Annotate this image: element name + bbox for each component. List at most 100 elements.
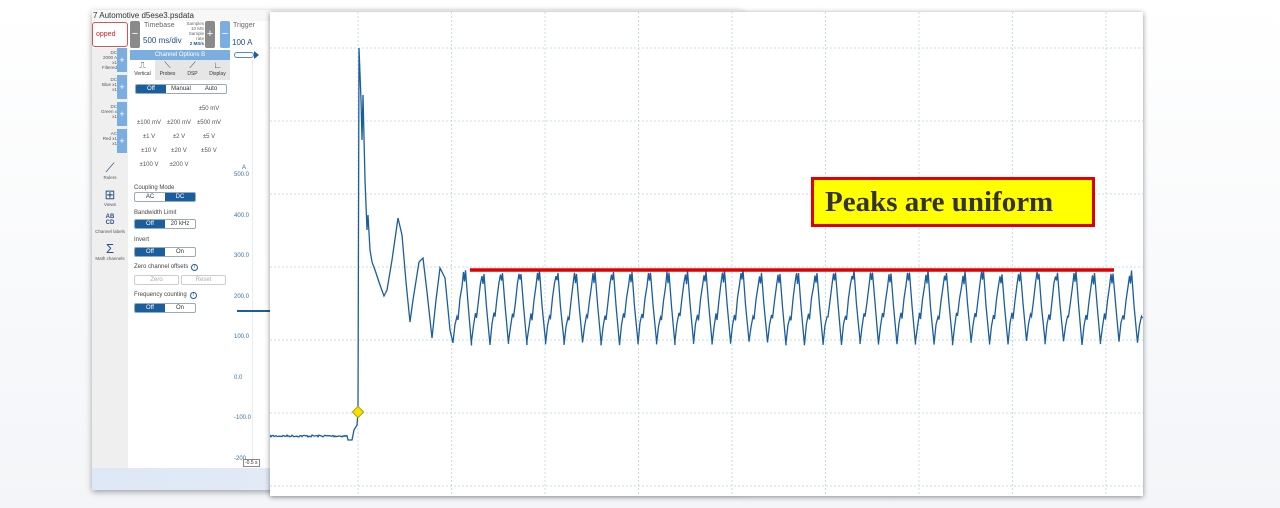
- channel-add-button[interactable]: +: [117, 102, 127, 126]
- tool-label: Math channels: [95, 256, 125, 261]
- range-option[interactable]: ±1 V: [134, 134, 164, 141]
- option-dc[interactable]: DC: [165, 193, 195, 201]
- tab-icon: ⟋: [189, 60, 196, 70]
- bandwidth-toggle[interactable]: Off 20 kHz: [134, 219, 196, 229]
- channel-entry[interactable]: AC Red x1 x1 +: [92, 129, 128, 154]
- tool-views[interactable]: ⊞ Views: [92, 187, 128, 207]
- bandwidth-label: Bandwidth Limit: [134, 210, 177, 216]
- option-off[interactable]: Off: [135, 304, 165, 312]
- timebase-value[interactable]: 500 ms/div: [143, 36, 182, 45]
- channel-options-panel: Channel Options B ⎍ Vertical ⟍ Probes ⟋ DSP ∟ D…: [130, 50, 230, 468]
- time-marker[interactable]: -0.5 s: [243, 459, 260, 467]
- y-tick-label: 300.0: [234, 253, 250, 259]
- zero-offsets-label: Zero channel offsets: [134, 264, 189, 270]
- tab-icon: ⎍: [139, 60, 146, 70]
- option-ac[interactable]: AC: [135, 193, 165, 201]
- option-off[interactable]: Off: [136, 85, 166, 93]
- channel-entry[interactable]: DC Blue x1 x1 +: [92, 75, 128, 100]
- ruler-icon: ⟋: [105, 160, 115, 175]
- trigger-marker: [351, 405, 365, 419]
- coupling-label: Coupling Mode: [134, 185, 175, 191]
- option-auto[interactable]: Auto: [196, 85, 226, 93]
- range-option[interactable]: ±50 V: [194, 148, 224, 155]
- trigger-label: Trigger: [233, 22, 255, 29]
- run-stop-button[interactable]: opped: [92, 22, 128, 47]
- freq-counting-toggle[interactable]: Off On: [134, 303, 196, 313]
- tab-label: Probes: [159, 71, 176, 77]
- axis-area: [232, 50, 270, 468]
- range-grid: ±50 mV ±100 mV ±200 mV ±500 mV ±1 V ±2 V ±5 V ±…: [134, 106, 230, 169]
- trace-fragment: [237, 310, 270, 312]
- range-option[interactable]: ±100 mV: [134, 120, 164, 127]
- tab-icon: ⟍: [164, 60, 171, 70]
- channel-add-button[interactable]: +: [117, 75, 127, 99]
- trigger-arrow-icon: [254, 51, 259, 59]
- tab-dsp[interactable]: ⟋ DSP: [180, 60, 205, 80]
- option-manual[interactable]: Manual: [166, 85, 196, 93]
- invert-toggle[interactable]: Off On: [134, 247, 196, 257]
- waveform-trace: [269, 47, 1144, 441]
- y-tick-label: 200.0: [234, 293, 250, 300]
- range-option[interactable]: ±500 mV: [194, 120, 224, 127]
- channel-labels-icon: AB CD: [105, 214, 115, 226]
- range-option: [134, 106, 164, 113]
- panel-tabs: ⎍ Vertical ⟍ Probes ⟋ DSP ∟ Display: [130, 60, 230, 80]
- option-on[interactable]: On: [165, 248, 195, 256]
- freq-counting-label: Frequency counting: [134, 292, 187, 298]
- tab-icon: ∟: [213, 60, 222, 70]
- tool-math-channels[interactable]: Σ Math channels: [92, 241, 128, 261]
- range-option[interactable]: ±50 mV: [194, 106, 224, 113]
- scroll-handle[interactable]: [234, 52, 254, 58]
- channel-column: DC 2000 Ax1 Filtered + DC Blue x1 x1 + DC Green x…: [92, 48, 128, 468]
- option-on[interactable]: On: [165, 304, 195, 312]
- range-mode-toggle[interactable]: Off Manual Auto: [135, 84, 227, 94]
- timebase-increase-button[interactable]: +: [205, 21, 215, 48]
- invert-label: Invert: [134, 237, 150, 243]
- channel-info: Filtered: [101, 65, 117, 70]
- y-tick-label: 500.0: [234, 172, 250, 178]
- range-option[interactable]: ±5 V: [194, 134, 224, 141]
- channel-entry[interactable]: DC Green x x1 +: [92, 102, 128, 127]
- range-option[interactable]: ±2 V: [164, 134, 194, 141]
- tool-label: Channel labels: [95, 229, 125, 234]
- tool-rulers[interactable]: ⟋ Rulers: [92, 160, 128, 180]
- panel-title: Channel Options B: [130, 50, 230, 60]
- tab-label: Display: [209, 71, 226, 77]
- reset-button[interactable]: Reset: [181, 275, 226, 285]
- views-grid-icon: ⊞: [104, 187, 116, 202]
- y-tick-label: -100.0: [234, 415, 252, 421]
- channel-entry[interactable]: DC 2000 Ax1 Filtered +: [92, 48, 128, 73]
- tab-vertical[interactable]: ⎍ Vertical: [130, 60, 155, 80]
- channel-add-button[interactable]: +: [117, 48, 127, 72]
- tab-probes[interactable]: ⟍ Probes: [155, 60, 180, 80]
- info-icon[interactable]: i: [191, 264, 199, 271]
- trigger-value[interactable]: 100 A: [232, 38, 252, 47]
- y-tick-label: 400.0: [234, 212, 250, 219]
- range-option[interactable]: ±200 V: [164, 162, 194, 169]
- zero-button[interactable]: Zero: [134, 275, 179, 285]
- sample-rate-value[interactable]: 2 MS/s: [182, 41, 204, 46]
- range-option[interactable]: ±10 V: [134, 148, 164, 155]
- axis-unit: A: [241, 165, 246, 171]
- timebase-decrease-button[interactable]: −: [130, 21, 140, 48]
- tool-channel-labels[interactable]: AB CD Channel labels: [92, 214, 128, 234]
- sigma-icon: Σ: [105, 241, 115, 256]
- tab-display[interactable]: ∟ Display: [205, 60, 230, 80]
- tool-label: Views: [104, 202, 116, 207]
- channel-info: x1: [112, 141, 117, 146]
- range-option: [194, 162, 224, 169]
- annotation-box: Peaks are uniform: [811, 177, 1095, 227]
- coupling-toggle[interactable]: AC DC: [134, 192, 196, 202]
- range-option[interactable]: ±200 mV: [164, 120, 194, 127]
- trigger-decrease-button[interactable]: −: [220, 21, 230, 48]
- info-icon[interactable]: i: [189, 292, 197, 299]
- option-off[interactable]: Off: [135, 248, 165, 256]
- option-off[interactable]: Off: [135, 220, 165, 228]
- range-option[interactable]: ±100 V: [134, 162, 164, 169]
- option-20-khz[interactable]: 20 kHz: [165, 220, 195, 228]
- y-tick-label: 0.0: [234, 374, 243, 381]
- channel-add-button[interactable]: +: [117, 129, 127, 153]
- range-option[interactable]: ±20 V: [164, 148, 194, 155]
- y-tick-label: 100.0: [234, 334, 250, 340]
- range-option: [164, 106, 194, 113]
